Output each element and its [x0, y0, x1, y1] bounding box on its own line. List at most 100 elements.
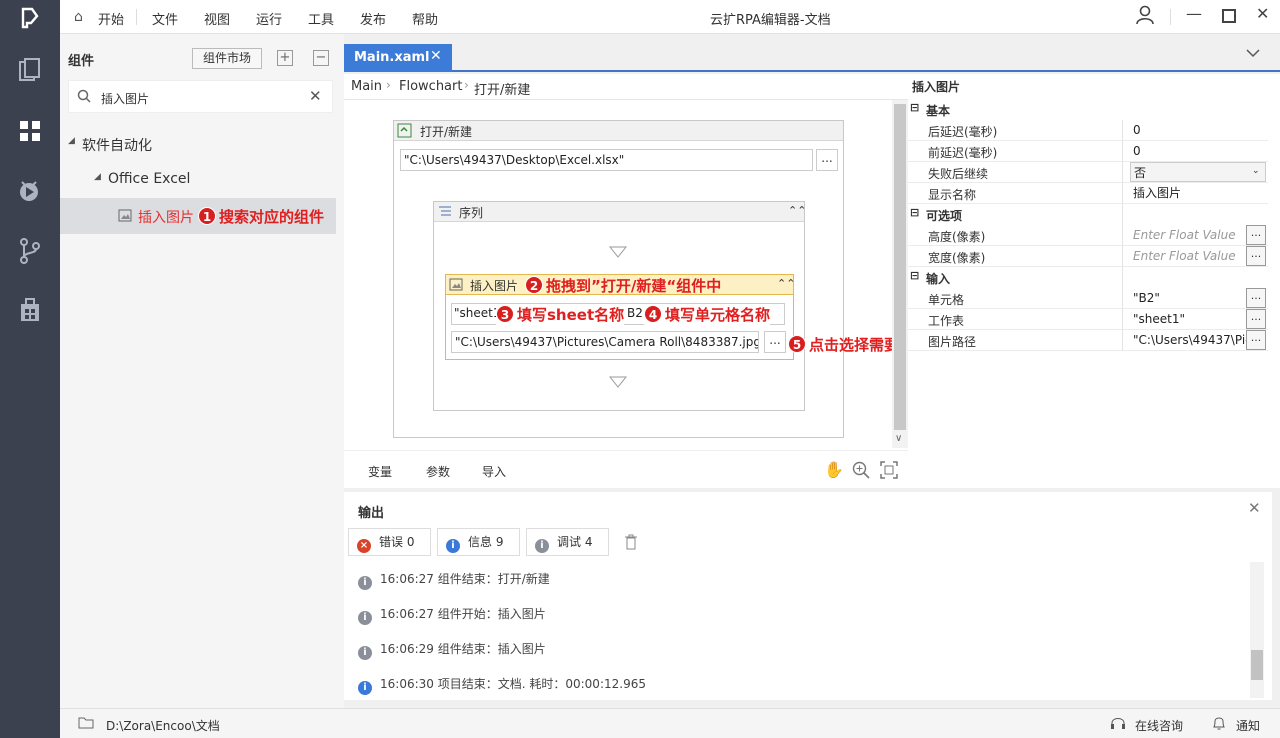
drop-target-arrow-icon: [608, 246, 628, 261]
left-rail: [0, 0, 60, 738]
collapse-all-button[interactable]: −: [313, 50, 329, 66]
expand-all-button[interactable]: +: [277, 50, 293, 66]
tree-node-software-automation[interactable]: 软件自动化: [82, 135, 152, 155]
menu-separator: [1170, 9, 1171, 25]
collapse-section-icon[interactable]: ⊟: [910, 206, 919, 219]
width-input[interactable]: Enter Float Value: [1130, 246, 1246, 266]
annotation-text: 填写单元格名称: [665, 306, 771, 324]
search-input[interactable]: 插入图片: [101, 90, 149, 107]
branch-icon[interactable]: [15, 238, 45, 268]
menu-tools[interactable]: 工具: [308, 9, 334, 28]
log-row: i 16:06:27 组件结束：打开/新建: [358, 570, 550, 590]
menu-file[interactable]: 文件: [152, 9, 178, 28]
filter-info-button[interactable]: i 信息 9: [437, 528, 520, 556]
workbook-path-input[interactable]: "C:\Users\49437\Desktop\Excel.xlsx": [400, 149, 813, 171]
width-expression-button[interactable]: ...: [1246, 246, 1266, 266]
log-time: 16:06:27: [380, 572, 434, 586]
output-scrollbar[interactable]: [1250, 562, 1264, 698]
package-icon[interactable]: [15, 298, 45, 328]
scrollbar-thumb[interactable]: [894, 104, 906, 430]
pan-hand-icon[interactable]: ✋: [824, 460, 844, 479]
collapse-section-icon[interactable]: ⊟: [910, 101, 919, 114]
tab-main-xaml[interactable]: Main.xaml ✕: [344, 44, 452, 72]
sequence-header: 序列 ⌃⌃: [434, 202, 806, 222]
delay-before-input[interactable]: 0: [1130, 141, 1246, 161]
fit-to-screen-icon[interactable]: [880, 461, 898, 482]
height-expression-button[interactable]: ...: [1246, 225, 1266, 245]
image-path-expression-button[interactable]: ...: [1246, 330, 1266, 350]
breadcrumb: Main › Flowchart › 打开/新建: [344, 74, 908, 100]
continue-on-error-select[interactable]: 否: [1130, 162, 1266, 182]
image-path-prop-input[interactable]: "C:\Users\49437\Pic: [1130, 330, 1246, 350]
menu-run[interactable]: 运行: [256, 9, 282, 28]
cell-expression-button[interactable]: ...: [1246, 288, 1266, 308]
tab-arguments[interactable]: 参数: [426, 463, 450, 480]
component-search-box[interactable]: 插入图片 ✕: [68, 80, 333, 113]
files-icon[interactable]: [15, 58, 45, 88]
log-row: i 16:06:27 组件开始：插入图片: [358, 605, 546, 625]
sheet-input[interactable]: "sheet1": [1130, 309, 1246, 329]
debug-run-icon[interactable]: [15, 178, 45, 208]
menu-publish[interactable]: 发布: [360, 9, 386, 28]
user-icon[interactable]: [1136, 5, 1154, 29]
annotation-number: 1: [198, 207, 216, 225]
section-optional[interactable]: ⊟ 可选项: [908, 204, 1268, 225]
components-icon[interactable]: [15, 120, 45, 150]
breadcrumb-flowchart[interactable]: Flowchart: [399, 79, 462, 94]
menu-view[interactable]: 视图: [204, 9, 230, 28]
scroll-down-icon[interactable]: ∨: [895, 433, 902, 444]
tab-imports[interactable]: 导入: [482, 463, 506, 480]
collapse-sequence-icon[interactable]: ⌃⌃: [788, 204, 806, 217]
tab-list-chevron-icon[interactable]: [1246, 46, 1260, 62]
designer-vertical-scrollbar[interactable]: ∨: [892, 100, 908, 448]
tree-node-office-excel[interactable]: Office Excel: [108, 171, 190, 187]
menu-help[interactable]: 帮助: [412, 9, 438, 28]
menu-start[interactable]: 开始: [98, 9, 124, 28]
breadcrumb-open-new[interactable]: 打开/新建: [474, 79, 530, 98]
activity-title: 打开/新建: [420, 125, 473, 139]
browse-workbook-button[interactable]: ...: [816, 149, 838, 171]
notification-link[interactable]: 通知: [1236, 717, 1260, 734]
zoom-in-icon[interactable]: [852, 461, 870, 482]
collapse-insert-image-icon[interactable]: ⌃⌃: [777, 277, 795, 290]
tree-node-selected-insert-image[interactable]: 插入图片 1 搜索对应的组件: [60, 198, 336, 234]
browse-image-button[interactable]: ...: [764, 331, 786, 353]
chevron-down-icon[interactable]: ⌄: [1252, 166, 1260, 176]
clear-search-icon[interactable]: ✕: [309, 87, 322, 105]
display-name-input[interactable]: 插入图片: [1130, 183, 1246, 203]
sheet-expression-button[interactable]: ...: [1246, 309, 1266, 329]
editor-tab-bar: Main.xaml ✕: [344, 42, 1280, 72]
component-market-button[interactable]: 组件市场: [192, 48, 262, 69]
online-consult-link[interactable]: 在线咨询: [1135, 717, 1183, 734]
sheet-name-input[interactable]: "sheet1": [451, 303, 499, 325]
section-basic[interactable]: ⊟ 基本: [908, 99, 1268, 120]
scrollbar-thumb[interactable]: [1251, 650, 1263, 680]
annotation-number: 4: [644, 305, 662, 323]
clear-output-trash-icon[interactable]: [624, 534, 638, 553]
home-icon[interactable]: ⌂: [74, 9, 83, 25]
image-activity-icon: [118, 209, 132, 225]
maximize-icon[interactable]: [1222, 8, 1236, 27]
prop-label: 高度(像素): [928, 230, 986, 244]
close-tab-icon[interactable]: ✕: [430, 48, 442, 64]
headset-icon: [1110, 715, 1126, 734]
breadcrumb-main[interactable]: Main: [351, 79, 382, 94]
tree-expand-icon[interactable]: ◢: [68, 136, 75, 146]
annotation-text: 填写sheet名称: [517, 306, 625, 324]
log-row: i 16:06:29 组件结束：插入图片: [358, 640, 546, 660]
filter-debug-button[interactable]: i 调试 4: [526, 528, 609, 556]
delay-after-input[interactable]: 0: [1130, 120, 1246, 140]
height-input[interactable]: Enter Float Value: [1130, 225, 1246, 245]
components-panel: 组件 组件市场 + − 插入图片 ✕ ◢ 软件自动化 ◢ Office Exce…: [60, 34, 344, 708]
minimize-icon[interactable]: —: [1186, 4, 1202, 23]
image-path-input[interactable]: "C:\Users\49437\Pictures\Camera Roll\848…: [451, 331, 759, 353]
filter-error-button[interactable]: × 错误 0: [348, 528, 431, 556]
close-window-icon[interactable]: ✕: [1256, 4, 1269, 23]
tab-label: Main.xaml: [354, 50, 430, 65]
tab-variables[interactable]: 变量: [368, 463, 392, 480]
close-output-icon[interactable]: ✕: [1248, 499, 1261, 517]
cell-input[interactable]: "B2": [1130, 288, 1246, 308]
collapse-section-icon[interactable]: ⊟: [910, 269, 919, 282]
section-input[interactable]: ⊟ 输入: [908, 267, 1268, 288]
tree-expand-icon[interactable]: ◢: [94, 172, 101, 182]
